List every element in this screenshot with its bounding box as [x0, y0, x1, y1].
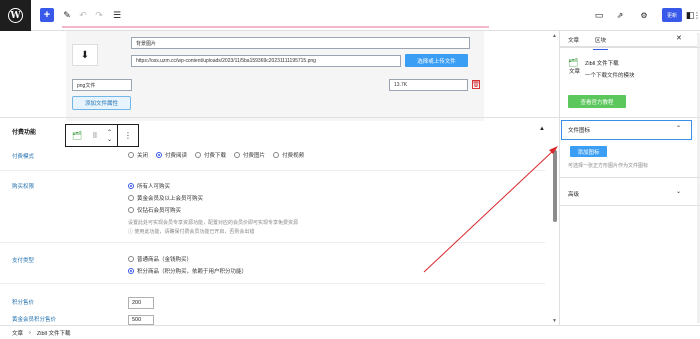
drag-handle-icon[interactable]: ⠿ — [88, 125, 102, 146]
block-options-icon[interactable]: ⋮ — [118, 125, 138, 146]
option-label: 仅钻石会员可购买 — [137, 208, 182, 214]
sidebar-divider — [559, 117, 700, 118]
wordpress-icon: W — [8, 8, 23, 23]
file-size-input[interactable]: 13.7K — [389, 79, 468, 91]
file-name-input[interactable]: 背景图片 — [131, 37, 470, 49]
option-label: 黄金会员及以上会员可购买 — [137, 196, 204, 202]
advanced-panel-title[interactable]: 高级 — [568, 190, 579, 198]
purchase-permission-label: 购买权限 — [12, 184, 35, 190]
pay-mode-label: 付费模式 — [12, 154, 35, 160]
scroll-up-icon[interactable]: ▲ — [552, 33, 557, 39]
add-file-attribute-button[interactable]: 添加文件属性 — [72, 96, 131, 110]
points-price-label: 积分售价 — [12, 300, 35, 306]
breadcrumb-separator: › — [29, 329, 31, 336]
pay-mode-option[interactable]: 付费图片 — [234, 151, 265, 159]
canvas-scrollbar[interactable] — [553, 150, 557, 222]
radio-button[interactable] — [156, 152, 163, 158]
points-price-input[interactable]: 200 — [128, 297, 154, 309]
radio-button[interactable] — [128, 268, 134, 274]
more-options-icon[interactable]: ⋮ — [693, 8, 700, 22]
wordpress-logo[interactable]: W — [0, 0, 31, 31]
perm-warning: ⓘ 使用此功能，请确保付费会员功能已开启，否则会出错 — [128, 228, 254, 235]
tab-block[interactable]: 区块 — [592, 36, 609, 50]
perm-option[interactable]: 黄金会员及以上会员可购买 — [128, 194, 203, 202]
pay-mode-option[interactable]: 付费下载 — [195, 151, 226, 159]
block-top-border — [62, 26, 489, 28]
block-type-file-icon[interactable]: 🗂 — [66, 125, 88, 146]
option-label: 普通商品（金钱购买） — [137, 257, 193, 263]
file-icon-hint: 可选择一张正方形图片作为文件图标 — [568, 163, 649, 169]
sidebar-divider — [559, 177, 700, 178]
section-divider — [0, 117, 559, 118]
tab-post[interactable]: 文章 — [568, 36, 579, 44]
close-sidebar-icon[interactable]: ✕ — [676, 34, 682, 42]
option-label: 付费图片 — [243, 153, 266, 159]
collapse-up-icon[interactable]: ▲ — [539, 126, 545, 132]
radio-button[interactable] — [273, 152, 280, 158]
perm-hint: 设置此处可实现会员专享资源功能，配置对应的会员价即可实现专享免费资源 — [128, 220, 299, 226]
chevron-down-icon[interactable]: ⌄ — [676, 188, 681, 195]
option-label: 付费阅读 — [165, 153, 188, 159]
download-icon[interactable]: ⬇ — [72, 44, 98, 66]
radio-button[interactable] — [234, 152, 241, 158]
radio-button[interactable] — [128, 256, 134, 262]
option-label: 积分商品（积分购买，依赖于用户积分功能） — [137, 269, 248, 275]
radio-button[interactable] — [128, 152, 134, 158]
sidebar-divider — [559, 47, 700, 48]
pay-type-option[interactable]: 积分商品（积分购买，依赖于用户积分功能） — [128, 267, 247, 275]
tab-post[interactable]: 文章 — [569, 67, 580, 75]
delete-trash-icon[interactable]: 🗑 — [472, 80, 480, 89]
update-button[interactable]: 更新 — [662, 8, 682, 22]
option-label: 付费下载 — [204, 153, 227, 159]
settings-gear-icon[interactable]: ⚙ — [638, 8, 650, 22]
option-label: 付费视频 — [282, 153, 305, 159]
block-description: 一个下载文件的模块 — [585, 73, 635, 79]
perm-option[interactable]: 仅钻石会员可购买 — [128, 206, 181, 214]
breadcrumb: 文章 › Zibll 文件下载 — [0, 325, 700, 339]
gold-points-price-label: 黄金会员积分售价 — [12, 317, 57, 323]
add-block-button[interactable]: + — [40, 8, 54, 22]
scroll-down-icon[interactable]: ▼ — [552, 318, 557, 324]
radio-button[interactable] — [195, 152, 202, 158]
redo-icon[interactable]: ↷ — [94, 8, 104, 22]
file-url-input[interactable]: https://oss.uzm.cc/wp-content/uploads/20… — [131, 55, 401, 67]
breadcrumb-root[interactable]: 文章 — [12, 329, 23, 337]
radio-button[interactable] — [128, 195, 134, 201]
option-label: 关闭 — [137, 153, 149, 159]
pay-type-label: 支付类型 — [12, 258, 35, 264]
pay-mode-option[interactable]: 付费阅读 — [156, 151, 187, 159]
move-up-down-icon[interactable]: ⌃ ⌄ — [102, 125, 118, 146]
breadcrumb-current[interactable]: Zibll 文件下载 — [37, 329, 71, 337]
radio-button[interactable] — [128, 207, 134, 213]
document-overview-icon[interactable]: ☰ — [111, 8, 123, 22]
pay-mode-option[interactable]: 付费视频 — [273, 151, 304, 159]
option-label: 所有人可购买 — [137, 184, 171, 190]
block-toolbar: 🗂 ⠿ ⌃ ⌄ ⋮ — [65, 124, 139, 147]
perm-option[interactable]: 所有人可购买 — [128, 182, 170, 190]
preview-desktop-icon[interactable]: ▭ — [593, 8, 605, 22]
gold-points-price-input[interactable]: 500 — [128, 315, 154, 325]
pay-type-option[interactable]: 普通商品（金钱购买） — [128, 255, 192, 263]
row-divider — [0, 242, 545, 243]
add-icon-button[interactable]: 添加图标 — [570, 146, 607, 157]
file-type-input[interactable]: png文件 — [72, 79, 132, 91]
perm-warning-text: 使用此功能，请确保付费会员功能已开启，否则会出错 — [134, 229, 255, 235]
file-icon-panel-title: 文件图标 — [568, 128, 591, 134]
chevron-up-icon[interactable]: ⌃ — [676, 125, 681, 132]
block-name: Zibll 文件下载 — [585, 61, 619, 67]
select-upload-file-button[interactable]: 选择或上传文件 — [405, 54, 468, 67]
file-block-icon: 🗂 — [568, 58, 579, 67]
radio-button[interactable] — [128, 183, 134, 189]
undo-icon[interactable]: ↶ — [78, 8, 88, 22]
official-tutorial-button[interactable]: 查看官方教程 — [568, 95, 626, 108]
row-divider — [0, 283, 545, 284]
pay-mode-option[interactable]: 关闭 — [128, 151, 148, 159]
row-divider — [0, 170, 545, 171]
pay-mode-radio-group: 关闭 付费阅读 付费下载 付费图片 付费视频 — [128, 151, 304, 159]
view-post-external-icon[interactable]: ⇗ — [614, 8, 626, 22]
pencil-tool-icon[interactable]: ✎ — [62, 8, 72, 22]
paid-section-title: 付费功能 — [12, 130, 37, 136]
sidebar-divider — [559, 205, 700, 206]
